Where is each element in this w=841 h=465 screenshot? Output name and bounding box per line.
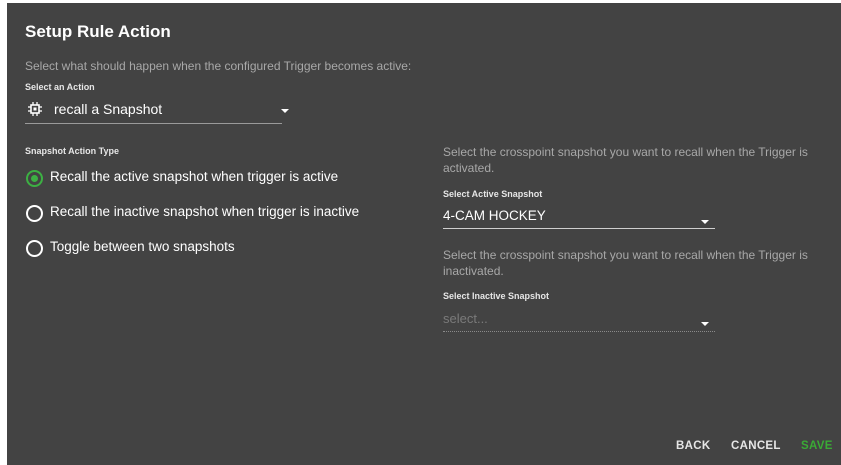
chip-icon <box>27 101 43 117</box>
setup-rule-action-dialog: Setup Rule Action Select what should hap… <box>7 3 841 465</box>
inactive-snapshot-label: Select Inactive Snapshot <box>443 291 550 301</box>
radio-unchecked-icon <box>26 240 43 257</box>
active-snapshot-value: 4-CAM HOCKEY <box>443 208 546 223</box>
inactive-snapshot-select[interactable]: select... <box>443 309 715 332</box>
back-button[interactable]: BACK <box>676 440 710 452</box>
dialog-title: Setup Rule Action <box>25 22 171 41</box>
inactive-snapshot-placeholder: select... <box>443 311 488 326</box>
radio-label: Toggle between two snapshots <box>50 239 235 254</box>
radio-label: Recall the active snapshot when trigger … <box>50 169 339 184</box>
chevron-down-icon <box>701 322 709 326</box>
save-button[interactable]: SAVE <box>801 440 833 452</box>
dialog-description: Select what should happen when the confi… <box>25 59 412 73</box>
action-select[interactable]: recall a Snapshot <box>25 98 289 124</box>
radio-label: Recall the inactive snapshot when trigge… <box>50 204 360 219</box>
snapshot-action-type-label: Snapshot Action Type <box>25 146 120 156</box>
radio-checked-icon <box>26 170 43 187</box>
action-select-label: Select an Action <box>25 82 95 92</box>
active-snapshot-label: Select Active Snapshot <box>443 189 543 199</box>
active-snapshot-select[interactable]: 4-CAM HOCKEY <box>443 206 715 229</box>
chevron-down-icon <box>281 109 289 113</box>
action-select-value: recall a Snapshot <box>54 101 163 117</box>
cancel-button[interactable]: CANCEL <box>731 440 781 452</box>
chevron-down-icon <box>701 220 709 224</box>
active-snapshot-description: Select the crosspoint snapshot you want … <box>443 145 808 175</box>
radio-unchecked-icon <box>26 205 43 222</box>
inactive-snapshot-description: Select the crosspoint snapshot you want … <box>443 248 808 278</box>
